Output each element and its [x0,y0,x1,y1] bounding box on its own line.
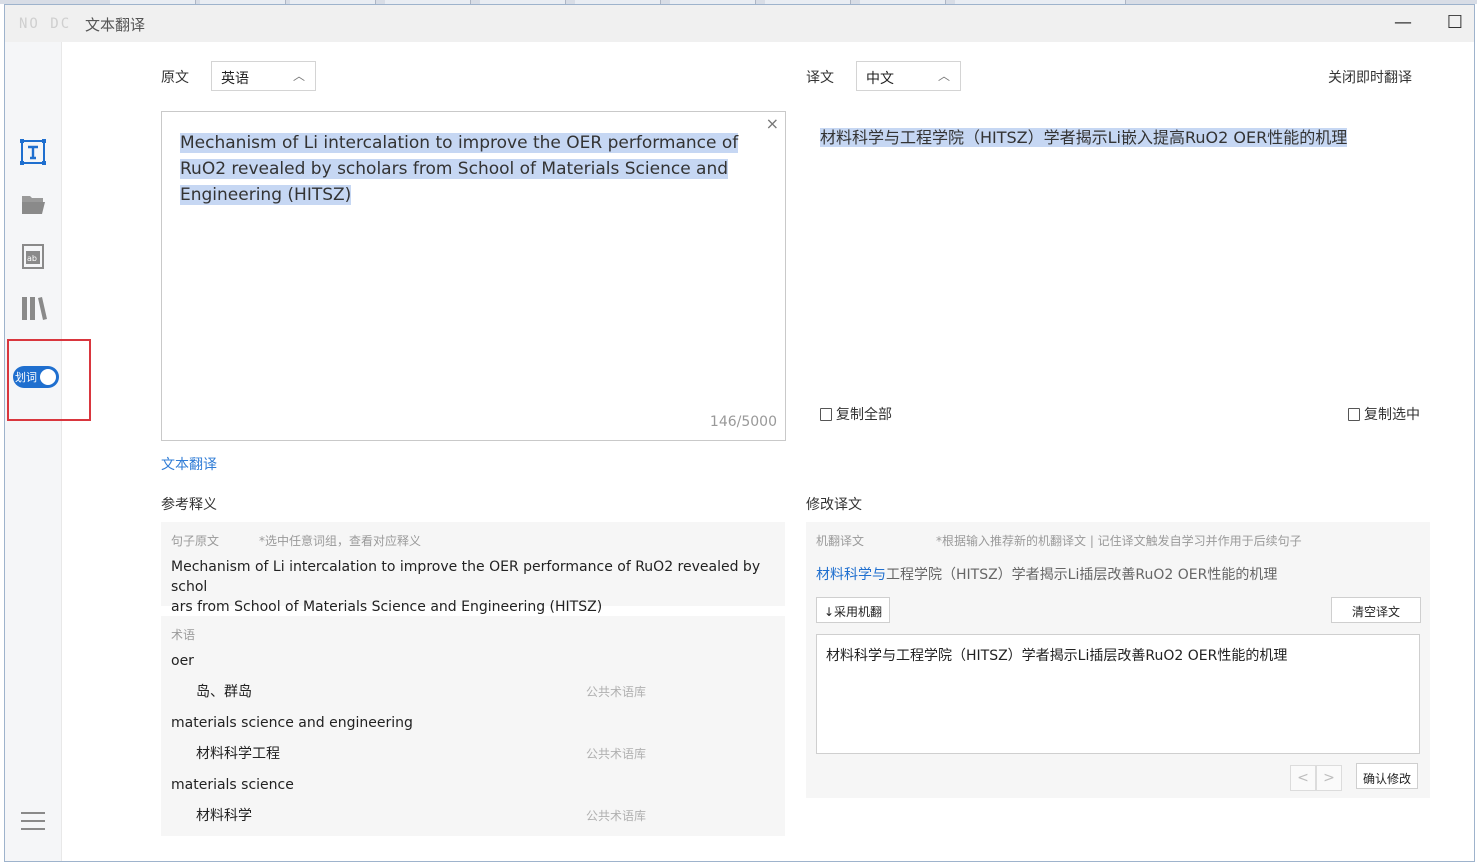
sentence-panel: 句子原文 *选中任意词组，查看对应释义 Mechanism of Li inte… [161,522,785,615]
edit-translation-field[interactable]: 材料科学与工程学院（HITSZ）学者揭示Li插层改善RuO2 OER性能的机理 [816,634,1420,754]
text-translate-link[interactable]: 文本翻译 [161,454,217,474]
text-translate-icon[interactable] [19,138,47,166]
clear-icon[interactable]: × [766,114,779,133]
word-select-toggle[interactable]: 划词 [13,366,59,388]
target-language-select[interactable]: 中文 ︿ [856,61,961,91]
terms-label: 术语 [171,628,196,642]
toggle-label: 划词 [15,371,37,384]
copy-selected-button[interactable]: 复制选中 [1348,404,1420,424]
edit-translation-text: 材料科学与工程学院（HITSZ）学者揭示Li插层改善RuO2 OER性能的机理 [826,648,1288,664]
toggle-knob [39,368,57,386]
word-doc-icon[interactable]: ab [19,242,47,270]
term-library: 公共术语库 [586,685,647,699]
use-mt-button[interactable]: ↓采用机翻 [816,597,891,623]
source-text: Mechanism of Li intercalation to improve… [180,133,739,205]
title-bar: NO DC 文本翻译 — ☐ [5,5,1474,42]
chevron-up-icon: ︿ [937,69,950,83]
modify-title: 修改译文 [806,497,862,513]
translation-text: 材料科学与工程学院（HITSZ）学者揭示Li嵌入提高RuO2 OER性能的机理 [820,128,1348,147]
target-label: 译文 [806,70,834,86]
source-label: 原文 [161,70,189,86]
copy-selected-label: 复制选中 [1364,407,1420,423]
mt-rest: 工程学院（HITSZ）学者揭示Li插层改善RuO2 OER性能的机理 [886,567,1278,583]
source-text-box[interactable]: Mechanism of Li intercalation to improve… [161,111,786,441]
term-translation: 岛、群岛 [196,684,252,700]
terms-panel: 术语 oer 岛、群岛 公共术语库 materials science and … [161,616,785,836]
svg-text:ab: ab [27,254,37,263]
hamburger-menu-icon[interactable] [21,812,45,836]
source-language-select[interactable]: 英语 ︿ [211,61,316,91]
sentence-label: 句子原文 [171,534,220,548]
sentence-line: Mechanism of Li intercalation to improve… [171,559,761,595]
next-button[interactable]: > [1316,765,1342,791]
term-source[interactable]: oer [171,653,194,669]
term-source[interactable]: materials science and engineering [171,715,413,731]
mt-highlight: 材料科学与 [816,567,886,583]
app-logo: NO DC [19,16,72,32]
copy-all-button[interactable]: 复制全部 [820,404,892,424]
sentence-original[interactable]: Mechanism of Li intercalation to improve… [171,557,779,617]
term-translation: 材料科学工程 [196,746,280,762]
source-language-value: 英语 [221,71,249,87]
sentence-line: ars from School of Materials Science and… [171,599,603,615]
maximize-button[interactable]: ☐ [1442,11,1468,37]
folder-open-icon[interactable] [19,190,47,218]
clear-translation-button[interactable]: 清空译文 [1331,597,1422,623]
mt-hint: *根据输入推荐新的机翻译文 | 记住译文触发自学习并作用于后续句子 [936,534,1302,548]
mt-label: 机翻译文 [816,534,865,548]
sentence-hint: *选中任意词组，查看对应释义 [259,534,422,548]
highlight-annotation-box: 划词 [7,339,91,421]
confirm-modify-button[interactable]: 确认修改 [1356,763,1419,789]
minimize-button[interactable]: — [1390,11,1416,37]
edit-icon [1348,408,1360,421]
modify-panel: 机翻译文 *根据输入推荐新的机翻译文 | 记住译文触发自学习并作用于后续句子 材… [806,522,1430,798]
term-source[interactable]: materials science [171,777,294,793]
close-instant-translate-button[interactable]: 关闭即时翻译 [1328,67,1412,87]
prev-button[interactable]: < [1290,765,1316,791]
reference-title: 参考释义 [161,497,217,513]
translation-output: 材料科学与工程学院（HITSZ）学者揭示Li嵌入提高RuO2 OER性能的机理 [820,124,1348,148]
target-language-value: 中文 [866,71,894,87]
machine-translation: 材料科学与工程学院（HITSZ）学者揭示Li插层改善RuO2 OER性能的机理 [816,564,1277,584]
term-library: 公共术语库 [586,747,647,761]
term-library: 公共术语库 [586,809,647,823]
chevron-up-icon: ︿ [292,69,305,83]
term-translation: 材料科学 [196,808,252,824]
copy-icon [820,408,832,421]
char-count: 146/5000 [709,414,777,430]
sidebar: ab 划词 [5,42,91,861]
copy-all-label: 复制全部 [836,407,892,423]
window-title: 文本翻译 [85,16,146,34]
library-icon[interactable] [19,294,47,322]
